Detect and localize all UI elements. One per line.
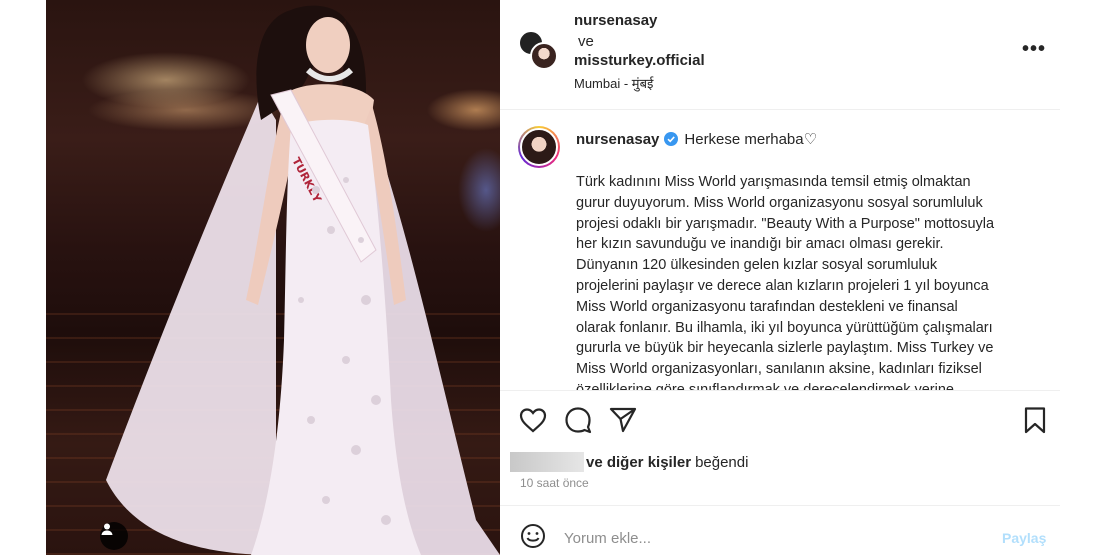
caption-line: Miss World organizasyonları, sanılanın a…: [576, 361, 982, 378]
caption-greeting: Herkese merhaba♡: [684, 131, 818, 148]
user-tag-icon: [101, 523, 113, 535]
bookmark-icon[interactable]: [1020, 405, 1050, 435]
caption-line: gurur duyuyorum. Miss World organizasyon…: [576, 194, 983, 211]
caption-line: gururla ve büyük bir heyecanla sizlerle …: [576, 340, 994, 357]
post-header: nursenasay ve missturkey.official Mumbai…: [500, 0, 1060, 110]
caption-line: projelerini paylaşır ve derece alan kızl…: [576, 277, 989, 294]
liker-avatar-placeholder: [510, 452, 584, 472]
likes-others[interactable]: ve diğer kişiler: [586, 454, 691, 471]
caption-line: Miss World organizasyonu tarafından dest…: [576, 298, 958, 315]
post-location[interactable]: Mumbai - मुंबई: [574, 74, 653, 92]
caption-line: Dünyanın 120 ülkesinden gelen kızlar sos…: [576, 257, 938, 274]
caption-avatar[interactable]: [518, 126, 560, 168]
likes-summary[interactable]: ve diğer kişiler beğendi: [510, 452, 748, 472]
post-photo[interactable]: TURKEY ›: [46, 0, 500, 555]
more-icon[interactable]: •••: [1022, 38, 1046, 61]
likes-verb: beğendi: [695, 453, 749, 471]
emoji-icon[interactable]: [520, 523, 546, 549]
comment-icon[interactable]: [563, 405, 593, 435]
action-bar: [500, 390, 1060, 450]
tagged-users-button[interactable]: [100, 522, 128, 550]
caption-scroll-area[interactable]: Türk kadınını Miss World yarışmasında te…: [500, 170, 1060, 390]
owner-username[interactable]: nursenasay: [574, 12, 657, 29]
caption-line: olarak fonlanır. Bu ilhamla, iki yıl boy…: [576, 319, 993, 336]
avatar: [530, 42, 558, 70]
caption-text: Türk kadınını Miss World yarışmasında te…: [576, 172, 1036, 390]
comment-bar: Yorum ekle... Paylaş: [500, 505, 1060, 555]
caption-username[interactable]: nursenasay: [576, 131, 659, 148]
post-comment-button[interactable]: Paylaş: [1002, 530, 1046, 546]
caption-line: Türk kadınını Miss World yarışmasında te…: [576, 174, 971, 190]
caption-line: özelliklerine göre sınıflandırmak ve der…: [576, 381, 954, 390]
collaborator-username[interactable]: missturkey.official: [574, 52, 705, 69]
verified-icon: [664, 132, 679, 146]
post-timestamp[interactable]: 10 saat önce: [520, 476, 589, 490]
caption-line: her kızın savunduğu ve inandığı bir amac…: [576, 236, 944, 253]
comment-input[interactable]: Yorum ekle...: [564, 530, 651, 547]
post-sidebar: nursenasay ve missturkey.official Mumbai…: [500, 0, 1060, 555]
collab-conjunction: ve: [578, 33, 594, 50]
collab-avatars[interactable]: [518, 30, 558, 70]
caption-header: nursenasay Herkese merhaba♡: [576, 130, 818, 149]
share-icon[interactable]: [608, 405, 638, 435]
caption-line: projesi odaklı bir yarışmadır. "Beauty W…: [576, 215, 995, 232]
heart-icon[interactable]: [518, 405, 548, 435]
photo-figure: TURKEY: [106, 5, 500, 555]
